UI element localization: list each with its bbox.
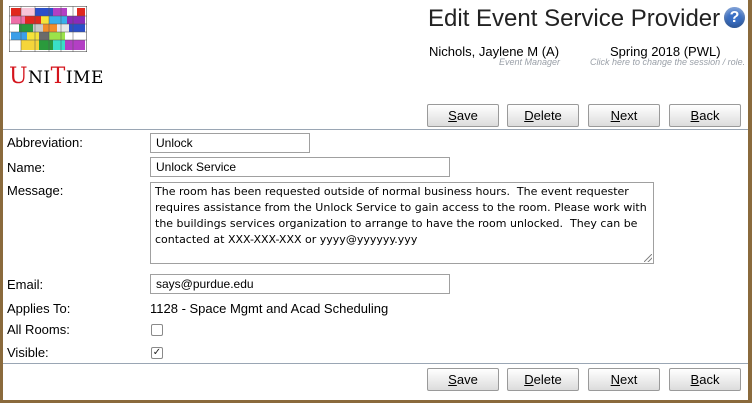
window-frame-right [748, 0, 752, 403]
footer-divider [3, 363, 748, 364]
applies-to-value: 1128 - Space Mgmt and Acad Scheduling [150, 301, 389, 316]
visible-label: Visible: [7, 345, 49, 360]
name-input[interactable] [150, 157, 450, 177]
next-button[interactable]: Next [588, 104, 660, 127]
unitime-logo[interactable]: UNITIME [9, 6, 103, 89]
email-input[interactable] [150, 274, 450, 294]
save-button[interactable]: Save [427, 368, 499, 391]
name-label: Name: [7, 160, 46, 175]
email-label: Email: [7, 277, 44, 292]
back-button[interactable]: Back [669, 368, 741, 391]
logo-wordmark: UNITIME [9, 64, 104, 89]
page-title: Edit Event Service Provider [428, 5, 721, 32]
header-divider [3, 129, 748, 130]
help-icon[interactable]: ? [724, 7, 745, 28]
message-textarea[interactable]: The room has been requested outside of n… [150, 182, 654, 264]
delete-button[interactable]: Delete [507, 368, 579, 391]
save-button[interactable]: Save [427, 104, 499, 127]
visible-checkbox[interactable]: ✓ [151, 347, 163, 359]
resize-grip-icon[interactable] [644, 254, 652, 262]
all-rooms-checkbox[interactable] [151, 324, 163, 336]
abbreviation-input[interactable] [150, 133, 310, 153]
applies-to-label: Applies To: [7, 301, 71, 316]
abbreviation-label: Abbreviation: [7, 135, 83, 150]
message-label: Message: [7, 183, 64, 198]
session-change-hint[interactable]: Click here to change the session / role. [590, 57, 745, 67]
window-frame-left [0, 0, 3, 403]
back-button[interactable]: Back [669, 104, 741, 127]
delete-button[interactable]: Delete [507, 104, 579, 127]
next-button[interactable]: Next [588, 368, 660, 391]
logo-grid-icon [9, 6, 87, 52]
user-role: Event Manager [499, 57, 561, 67]
all-rooms-label: All Rooms: [7, 322, 70, 337]
